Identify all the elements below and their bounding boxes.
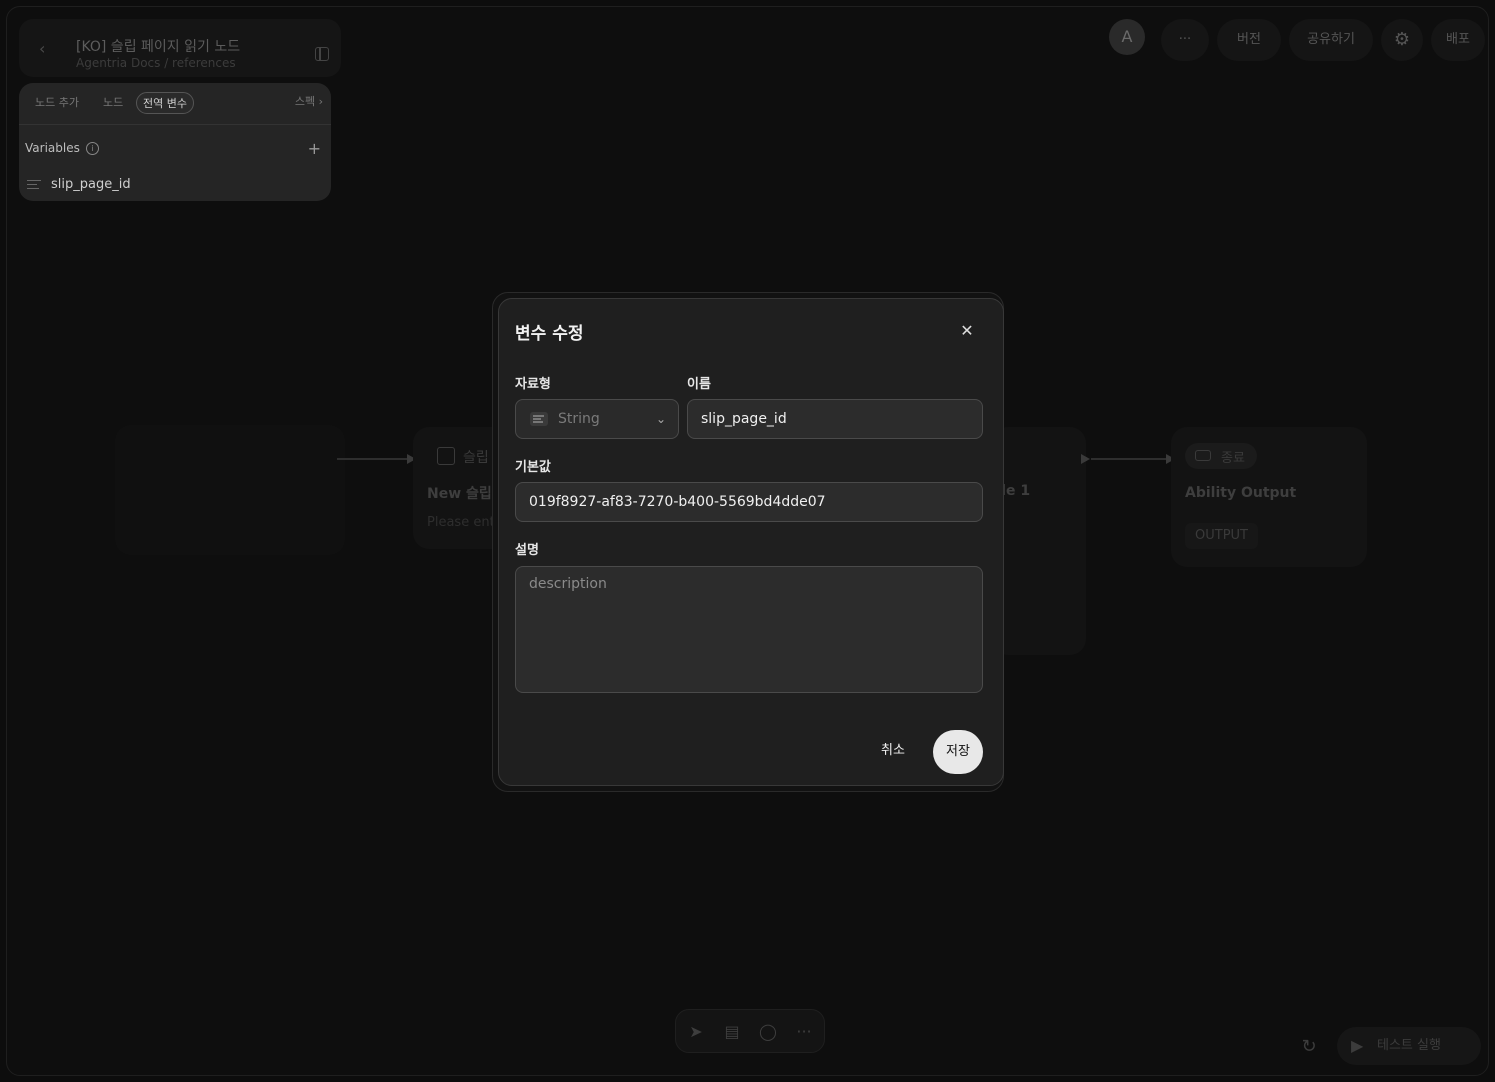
tab-global-variables[interactable]: 전역 변수 (136, 92, 194, 114)
canvas-toolbar: ➤ ▤ ◯ ··· (675, 1009, 825, 1053)
node-title: Ability Output (1185, 485, 1297, 501)
node-type-icon (437, 447, 455, 465)
spec-link[interactable]: 스펙 › (295, 93, 323, 109)
share-button[interactable]: 공유하기 (1289, 19, 1373, 61)
refresh-icon[interactable]: ↻ (1293, 1031, 1325, 1063)
output-badge: OUTPUT (1185, 523, 1258, 549)
node-tag-pill: 종료 (1185, 443, 1257, 469)
user-avatar[interactable]: A (1109, 19, 1145, 55)
variables-label: Variables (25, 141, 80, 155)
description-textarea[interactable]: description (515, 566, 983, 693)
end-node[interactable]: 종료 Ability Output OUTPUT (1171, 427, 1367, 567)
workflow-breadcrumb: Agentria Docs / references (76, 56, 236, 70)
info-icon[interactable]: i (85, 141, 99, 155)
app-frame: ‹ [KO] 슬립 페이지 읽기 노드 Agentria Docs / refe… (6, 6, 1489, 1076)
name-input[interactable]: slip_page_id (687, 399, 983, 439)
string-type-icon (27, 179, 41, 190)
version-button[interactable]: 버전 (1217, 19, 1281, 61)
output-icon (1195, 450, 1211, 461)
type-select[interactable]: String ⌄ (515, 399, 679, 439)
type-label: 자료형 (515, 377, 551, 392)
edge-arrow-icon (1081, 454, 1090, 464)
variable-name: slip_page_id (51, 177, 131, 192)
variables-header: Variables i (25, 141, 99, 155)
start-node[interactable] (115, 425, 345, 555)
tab-nodes[interactable]: 노드 (97, 92, 129, 114)
header-bar: ‹ [KO] 슬립 페이지 읽기 노드 Agentria Docs / refe… (19, 19, 341, 77)
more-button[interactable]: ··· (1161, 19, 1209, 61)
default-value-label: 기본값 (515, 460, 551, 475)
back-arrow-icon[interactable]: ‹ (39, 39, 59, 59)
default-value-input[interactable]: 019f8927-af83-7270-b400-5569bd4dde07 (515, 482, 983, 522)
settings-button[interactable]: ⚙ (1381, 19, 1423, 61)
spec-label: 스펙 (294, 95, 316, 108)
dialog-title: 변수 수정 (515, 324, 584, 344)
edge (1091, 458, 1167, 460)
test-run-label: 테스트 실행 (1377, 1038, 1441, 1053)
gear-icon: ⚙ (1393, 29, 1411, 50)
description-label: 설명 (515, 543, 539, 558)
panel-tabs: 노드 추가 노드 전역 변수 스펙 › (19, 83, 331, 125)
workflow-title: [KO] 슬립 페이지 읽기 노드 (76, 39, 241, 55)
deploy-button[interactable]: 배포 (1431, 19, 1485, 61)
test-run-button[interactable]: ▶ 테스트 실행 (1337, 1027, 1481, 1065)
sidebar-toggle-icon[interactable] (315, 47, 329, 61)
variables-panel: 노드 추가 노드 전역 변수 스펙 › Variables i + slip_p… (19, 83, 331, 201)
tab-add-node[interactable]: 노드 추가 (29, 92, 85, 114)
type-select-value: String (558, 411, 600, 427)
add-variable-icon[interactable]: + (308, 139, 321, 158)
more-icon[interactable]: ··· (794, 1022, 814, 1042)
node-tag: 종료 (1221, 451, 1245, 466)
chevron-down-icon: ⌄ (655, 412, 666, 426)
close-icon[interactable]: ✕ (959, 323, 975, 339)
variable-item[interactable]: slip_page_id (27, 177, 131, 192)
note-icon[interactable]: ▤ (722, 1022, 742, 1042)
string-type-icon (530, 412, 548, 426)
edit-variable-dialog: 변수 수정 ✕ 자료형 이름 String ⌄ slip_page_id 기본값… (498, 298, 1004, 786)
cancel-button[interactable]: 취소 (881, 739, 905, 758)
edge (337, 458, 409, 460)
pointer-icon[interactable]: ➤ (686, 1022, 706, 1042)
save-button[interactable]: 저장 (933, 730, 983, 774)
node-placeholder: Please ent (427, 515, 495, 530)
name-label: 이름 (687, 377, 711, 392)
middle-node[interactable]: de 1 (992, 427, 1086, 655)
comment-icon[interactable]: ◯ (758, 1022, 778, 1042)
play-icon: ▶ (1351, 1036, 1364, 1055)
